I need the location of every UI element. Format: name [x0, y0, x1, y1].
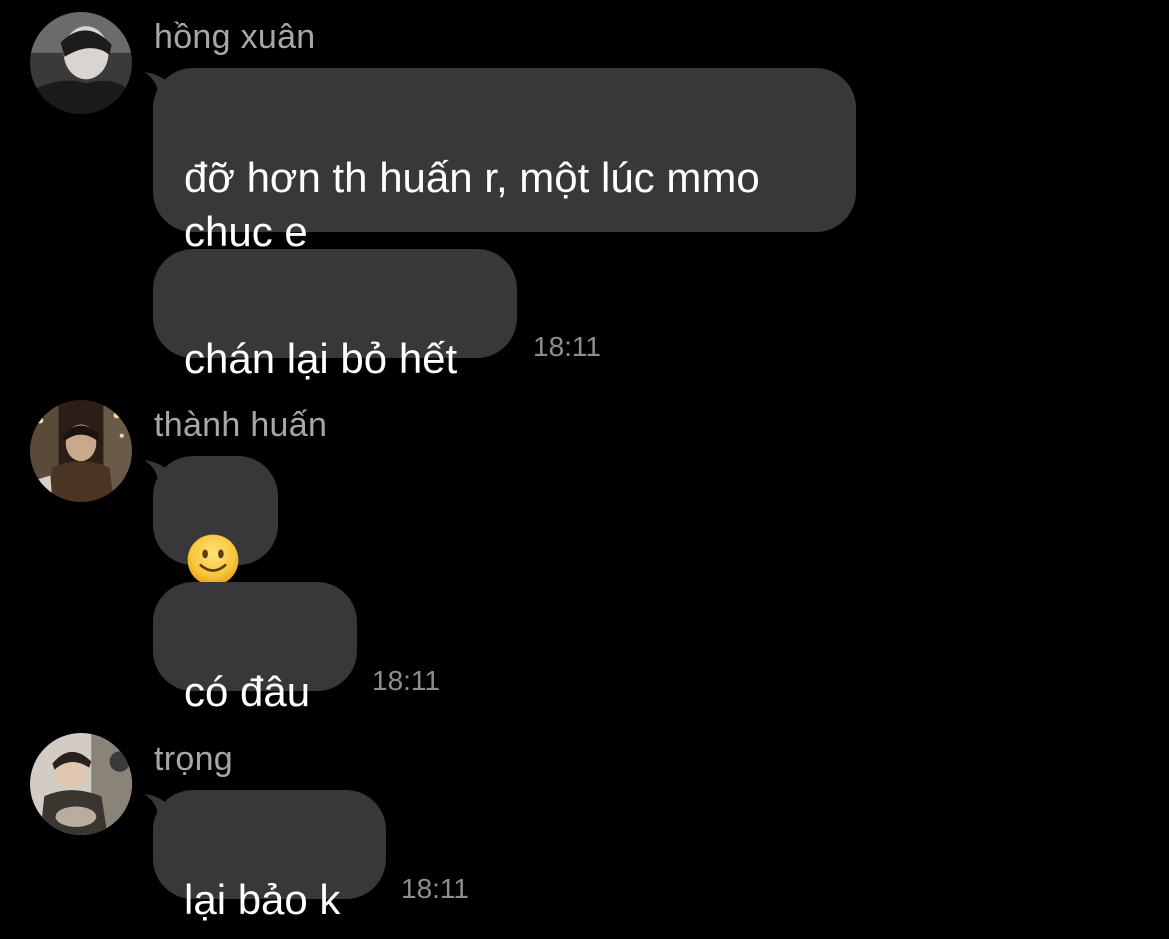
avatar-photo-icon	[30, 400, 132, 502]
message-timestamp: 18:11	[372, 665, 440, 696]
sender-name: trọng	[154, 740, 233, 778]
message-bubble[interactable]	[153, 456, 278, 586]
sender-name: hồng xuân	[154, 18, 316, 56]
message-text: có đâu	[184, 668, 311, 715]
message-timestamp: 18:11	[533, 331, 601, 362]
avatar-photo-icon	[30, 12, 132, 114]
message-text: lại bảo k	[184, 876, 341, 923]
message-text: đỡ hơn th huấn r, một lúc mmo chục e	[184, 154, 760, 255]
sender-name: thành huấn	[154, 406, 328, 444]
avatar-trong[interactable]	[30, 733, 132, 835]
avatar-thanh-huan[interactable]	[30, 400, 132, 502]
message-bubble[interactable]: đỡ hơn th huấn r, một lúc mmo chục e	[153, 68, 856, 255]
avatar-hong-xuan[interactable]	[30, 12, 132, 114]
message-timestamp: 18:11	[401, 873, 469, 904]
message-bubble[interactable]: lại bảo k	[153, 790, 386, 923]
avatar-photo-icon	[30, 733, 132, 835]
message-bubble[interactable]: có đâu	[153, 582, 357, 715]
message-text: chán lại bỏ hết	[184, 335, 458, 382]
message-bubble[interactable]: chán lại bỏ hết	[153, 249, 517, 382]
slightly-smiling-face-icon	[187, 534, 239, 586]
